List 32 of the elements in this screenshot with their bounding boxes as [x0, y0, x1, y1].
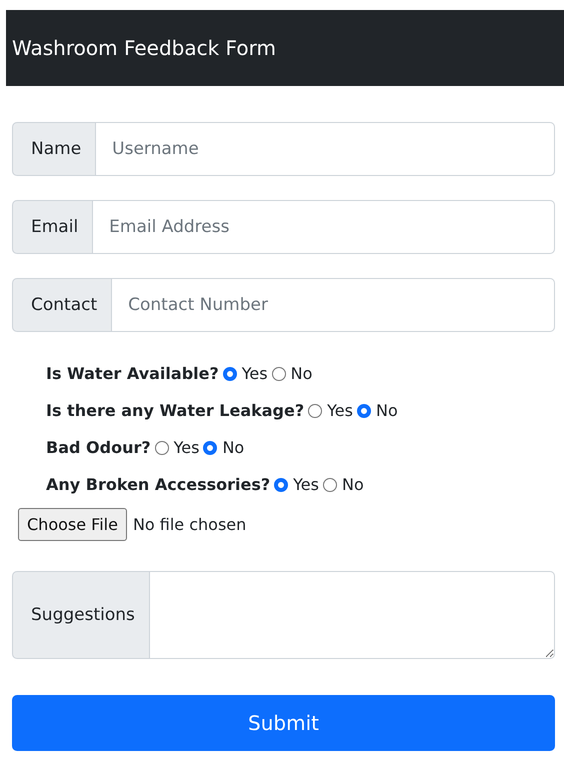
submit-button[interactable]: Submit: [12, 695, 555, 751]
question-label: Bad Odour?: [46, 438, 151, 457]
input-field[interactable]: Username: [96, 122, 555, 176]
option-label: No: [342, 475, 364, 494]
input-field[interactable]: Contact Number: [112, 278, 555, 332]
option-label: Yes: [174, 438, 200, 457]
option-label: No: [290, 364, 312, 383]
radio-button[interactable]: [322, 478, 337, 492]
option-label: Yes: [293, 475, 319, 494]
option-label: No: [222, 438, 244, 457]
option-label: No: [376, 401, 398, 420]
radio-button[interactable]: [203, 440, 218, 454]
option-label: Yes: [242, 364, 268, 383]
radio-button[interactable]: [222, 366, 237, 380]
question-label: Any Broken Accessories?: [46, 475, 270, 494]
radio-button[interactable]: [272, 366, 286, 380]
option-label: Yes: [327, 401, 353, 420]
field-label: Contact: [12, 278, 112, 332]
question-label: Is there any Water Leakage?: [46, 401, 304, 420]
question-label: Is Water Available?: [46, 364, 219, 383]
file-status: No file chosen: [132, 515, 246, 534]
radio-button[interactable]: [274, 478, 288, 492]
form-title: Washroom Feedback Form: [12, 36, 276, 60]
input-field[interactable]: Email Address: [93, 200, 555, 254]
field-label: Suggestions: [12, 571, 150, 659]
field-label: Email: [12, 200, 94, 254]
suggestions-field[interactable]: [150, 571, 555, 659]
radio-button[interactable]: [356, 404, 371, 418]
field-label: Name: [12, 122, 96, 176]
choose-file-button[interactable]: Choose File: [18, 508, 127, 541]
radio-button[interactable]: [308, 404, 322, 418]
radio-button[interactable]: [154, 440, 169, 454]
